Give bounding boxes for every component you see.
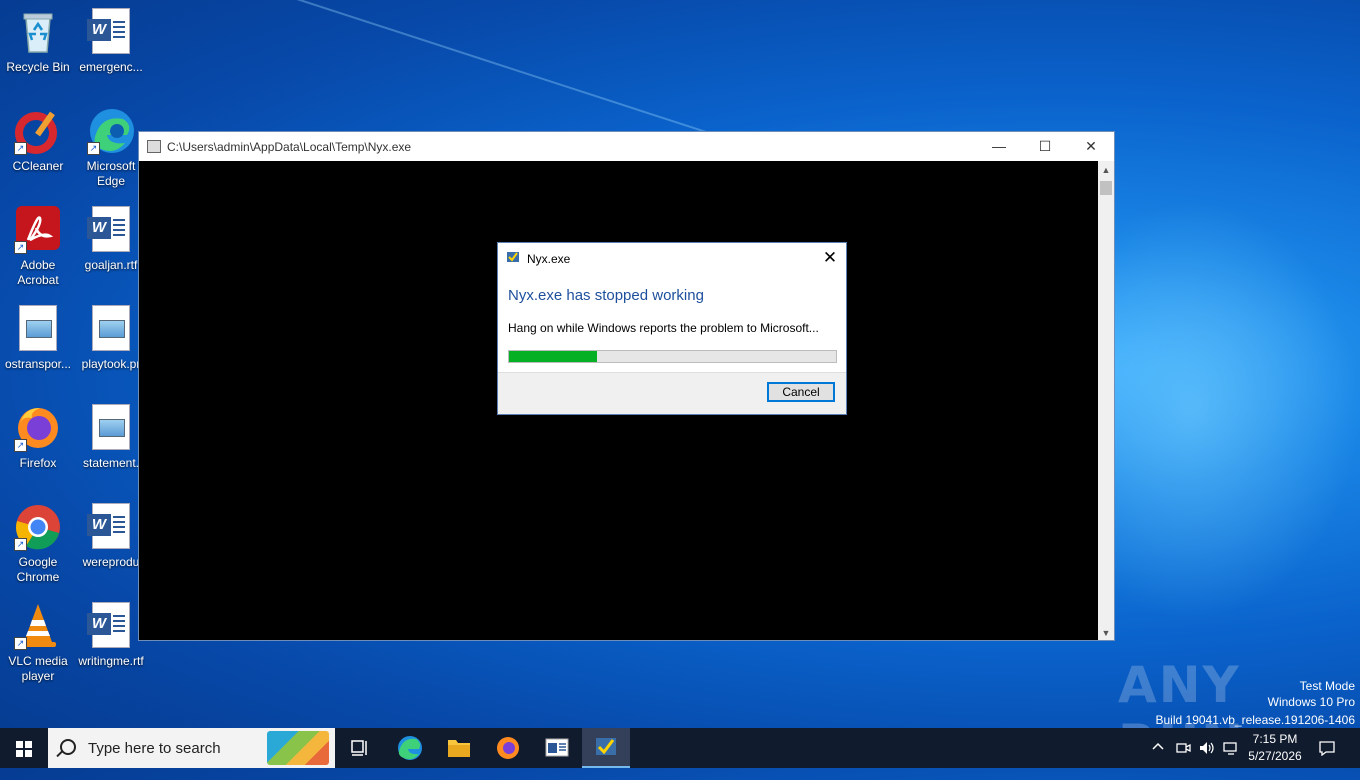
clock-time: 7:15 PM — [1252, 732, 1298, 746]
shortcut-arrow-icon: ↗ — [14, 241, 27, 254]
taskbar: Type here to search 7:15 PM 5/27/2026 — [0, 728, 1360, 768]
minimize-button[interactable]: — — [976, 132, 1022, 161]
network-icon[interactable] — [1222, 740, 1240, 780]
acrobat-icon: ↗ — [14, 206, 62, 254]
taskbar-clock[interactable]: 7:15 PM 5/27/2026 — [1244, 731, 1306, 765]
word-document-icon: W — [87, 206, 135, 254]
app-shield-icon — [507, 252, 519, 262]
task-view-button[interactable] — [336, 728, 384, 768]
dialog-title-bar[interactable]: Nyx.exe ✕ — [498, 243, 846, 273]
desktop-icon-label: CCleaner — [12, 159, 64, 173]
meet-now-icon[interactable] — [1175, 740, 1191, 780]
desktop-icon-label: VLC media player — [8, 654, 68, 683]
search-icon — [60, 739, 76, 755]
progress-fill — [509, 351, 598, 362]
taskbar-edge[interactable] — [386, 728, 434, 768]
windows-edition-text: Windows 10 Pro — [1267, 695, 1355, 709]
shortcut-arrow-icon: ↗ — [14, 439, 27, 452]
firefox-icon — [497, 737, 519, 759]
clock-date: 5/27/2026 — [1248, 749, 1302, 763]
error-dialog: Nyx.exe ✕ Nyx.exe has stopped working Ha… — [497, 242, 847, 415]
scrollbar-thumb[interactable] — [1100, 181, 1112, 195]
show-hidden-icons-chevron-icon[interactable] — [1151, 739, 1165, 779]
desktop-icon-emergency-doc[interactable]: W emergenc... — [73, 8, 149, 75]
desktop-icon-label: Adobe Acrobat — [17, 258, 59, 287]
wallpaper-glow — [1080, 200, 1360, 620]
notification-center-icon[interactable] — [1318, 740, 1336, 780]
word-document-icon: W — [87, 602, 135, 650]
desktop-icon-label: emergenc... — [79, 60, 143, 74]
maximize-button[interactable]: ☐ — [1022, 132, 1068, 161]
volume-icon[interactable] — [1198, 740, 1216, 780]
desktop-icon-label: Google Chrome — [16, 555, 60, 584]
word-document-icon: W — [87, 8, 135, 56]
scroll-up-arrow-icon[interactable]: ▲ — [1098, 165, 1114, 175]
desktop-icon-ccleaner[interactable]: ↗ CCleaner — [0, 107, 76, 174]
cancel-button[interactable]: Cancel — [767, 382, 835, 402]
ccleaner-icon: ↗ — [14, 107, 62, 155]
desktop-icon-label: Recycle Bin — [6, 60, 70, 74]
console-window-icon — [545, 738, 569, 757]
console-window-title: C:\Users\admin\AppData\Local\Temp\Nyx.ex… — [167, 140, 412, 154]
dialog-message: Hang on while Windows reports the proble… — [508, 321, 819, 335]
taskbar-error-reporting[interactable] — [582, 728, 630, 768]
taskbar-firefox[interactable] — [484, 728, 532, 768]
windows-logo-icon — [16, 741, 32, 757]
test-mode-text: Test Mode — [1299, 679, 1355, 693]
image-file-icon — [87, 305, 135, 353]
app-shield-icon — [596, 738, 616, 755]
taskbar-search-box[interactable]: Type here to search — [48, 728, 335, 768]
scroll-down-arrow-icon[interactable]: ▼ — [1098, 628, 1114, 638]
task-view-icon — [351, 740, 367, 756]
start-button[interactable] — [0, 728, 48, 768]
firefox-icon: ↗ — [14, 404, 62, 452]
desktop-icon-recycle-bin[interactable]: Recycle Bin — [0, 8, 76, 75]
word-document-icon: W — [87, 503, 135, 551]
search-placeholder: Type here to search — [88, 740, 221, 757]
dialog-heading: Nyx.exe has stopped working — [508, 287, 704, 304]
folder-icon — [448, 740, 470, 757]
console-scrollbar[interactable]: ▲ ▼ — [1098, 161, 1114, 640]
desktop-icon-label: Firefox — [19, 456, 57, 470]
dialog-close-button[interactable]: ✕ — [814, 243, 846, 273]
console-title-bar[interactable]: C:\Users\admin\AppData\Local\Temp\Nyx.ex… — [139, 132, 1114, 161]
image-file-icon — [87, 404, 135, 452]
desktop-icon-chrome[interactable]: ↗ Google Chrome — [0, 503, 76, 585]
report-progress-bar — [508, 350, 837, 363]
shortcut-arrow-icon: ↗ — [14, 637, 27, 650]
build-text: Build 19041.vb_release.191206-1406 — [1155, 713, 1356, 727]
image-file-icon — [14, 305, 62, 353]
shortcut-arrow-icon: ↗ — [14, 142, 27, 155]
chrome-icon: ↗ — [14, 503, 62, 551]
edge-icon — [398, 736, 422, 760]
desktop-icon-ostransport[interactable]: ostranspor... — [0, 305, 76, 372]
desktop-icon-label: writingme.rtf — [78, 654, 144, 668]
shortcut-arrow-icon: ↗ — [14, 538, 27, 551]
desktop-icon-firefox[interactable]: ↗ Firefox — [0, 404, 76, 471]
desktop-icon-vlc[interactable]: ↗ VLC media player — [0, 602, 76, 684]
desktop-icon-label: ostranspor... — [4, 357, 72, 371]
dialog-footer: Cancel — [498, 372, 846, 414]
close-button[interactable]: ✕ — [1068, 132, 1114, 161]
taskbar-file-explorer[interactable] — [435, 728, 483, 768]
edge-icon: ↗ — [87, 107, 135, 155]
desktop-icon-adobe-acrobat[interactable]: ↗ Adobe Acrobat — [0, 206, 76, 288]
search-highlight-image — [267, 731, 329, 765]
vlc-cone-icon: ↗ — [14, 602, 62, 650]
taskbar-console-window[interactable] — [533, 728, 581, 768]
dialog-title: Nyx.exe — [527, 252, 571, 266]
shortcut-arrow-icon: ↗ — [87, 142, 100, 155]
console-app-icon — [147, 140, 161, 153]
recycle-bin-icon — [14, 8, 62, 56]
